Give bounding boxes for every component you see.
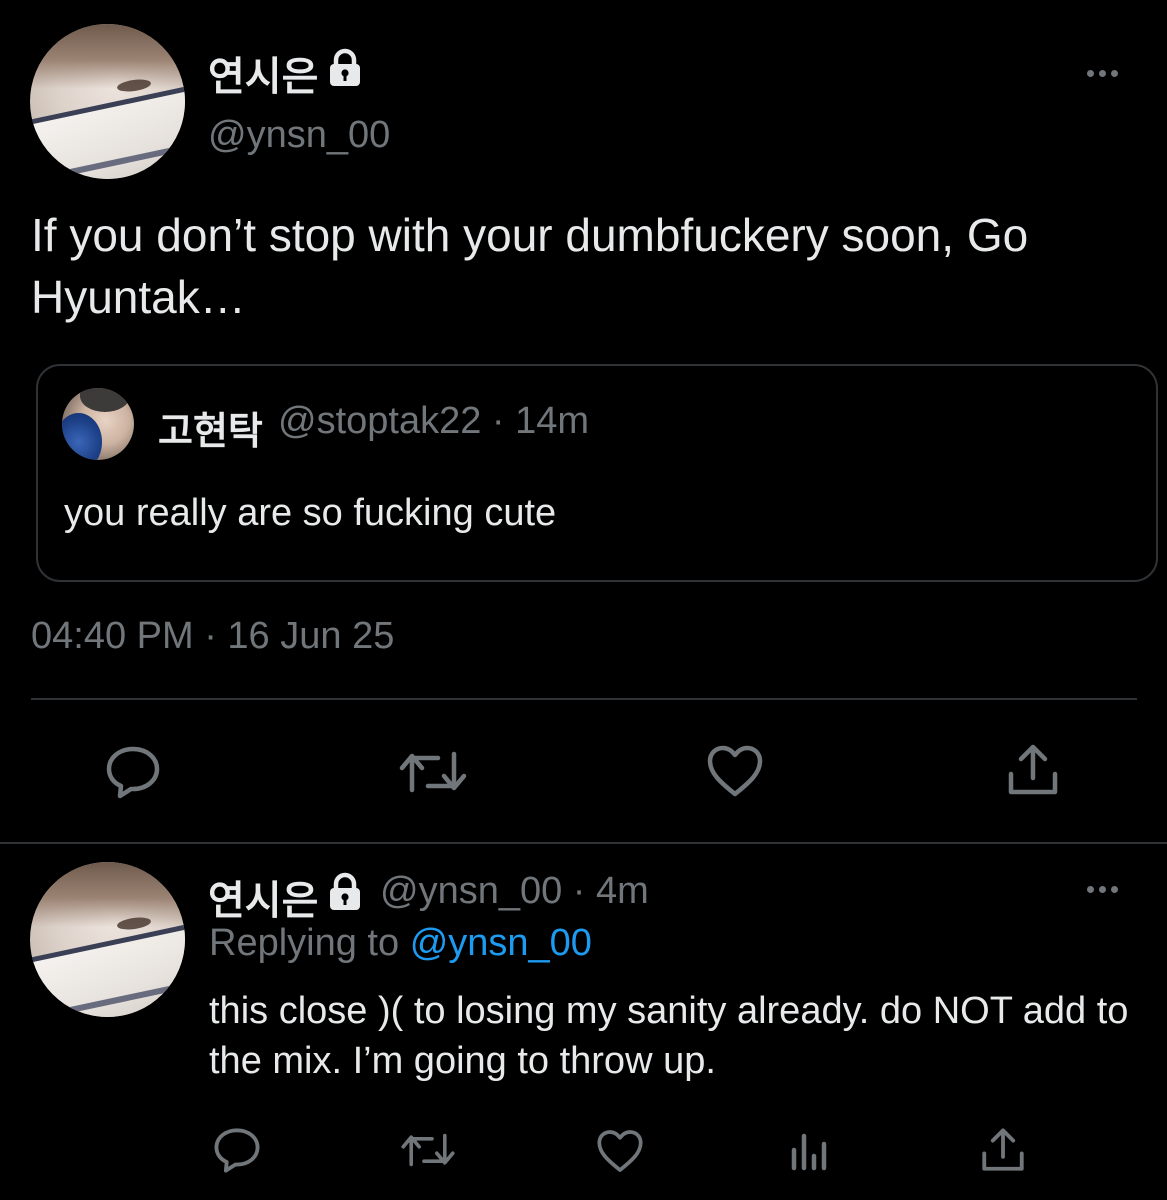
like-icon[interactable] (706, 744, 764, 798)
reply-display-name[interactable]: 연시은 (208, 868, 318, 926)
main-avatar[interactable] (30, 24, 185, 179)
quoted-tweet-text: you really are so fucking cute (64, 492, 557, 534)
lock-icon (330, 48, 360, 86)
quoted-meta: @stoptak22 · 14m (278, 400, 590, 442)
more-dots-icon[interactable] (1087, 70, 1118, 77)
replying-to-line: Replying to @ynsn_00 (209, 922, 592, 965)
more-dots-icon[interactable] (1087, 886, 1118, 893)
quoted-avatar[interactable] (62, 388, 134, 460)
retweet-icon[interactable] (400, 1130, 456, 1170)
divider (31, 698, 1137, 700)
reply-avatar[interactable] (30, 862, 185, 1017)
replying-to-label: Replying to (209, 922, 400, 964)
share-icon[interactable] (1006, 742, 1060, 798)
reply-icon[interactable] (104, 744, 162, 800)
main-handle[interactable]: @ynsn_00 (208, 114, 390, 157)
reply-tweet-text: this close )( to losing my sanity alread… (209, 990, 1129, 1082)
main-tweet-text: If you don’t stop with your dumbfuckery … (31, 209, 1029, 323)
share-icon[interactable] (980, 1126, 1026, 1174)
lock-icon (330, 872, 360, 910)
analytics-icon[interactable] (788, 1130, 832, 1172)
reply-icon[interactable] (212, 1126, 262, 1174)
retweet-icon[interactable] (398, 748, 468, 796)
quoted-display-name: 고현탁 (158, 411, 263, 453)
tweet-separator (0, 842, 1167, 844)
quoted-tweet-card[interactable] (36, 364, 1158, 582)
replying-to-handle-link[interactable]: @ynsn_00 (410, 922, 592, 964)
main-display-name[interactable]: 연시은 (208, 44, 318, 102)
like-icon[interactable] (596, 1128, 644, 1174)
tweet-timestamp[interactable]: 04:40 PM · 16 Jun 25 (31, 615, 394, 658)
reply-meta[interactable]: @ynsn_00 · 4m (380, 870, 649, 913)
